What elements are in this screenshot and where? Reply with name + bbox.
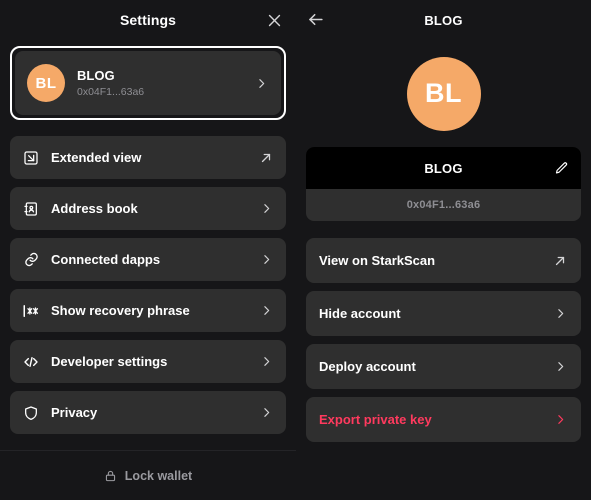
account-name: BLOG [424, 160, 463, 176]
account-card[interactable]: BL BLOG 0x04F1...63a6 [15, 51, 281, 115]
account-address-row[interactable]: 0x04F1...63a6 [306, 189, 581, 221]
chevron-right-icon [258, 303, 274, 319]
sidebar-item-label: Address book [51, 201, 138, 216]
arrow-left-icon[interactable] [302, 6, 328, 32]
wallet-settings-screen: Settings BL BLOG 0x04F1...63a6 Extended … [0, 0, 591, 500]
account-header: BLOG [296, 0, 591, 40]
sidebar-item-label: Extended view [51, 150, 142, 165]
account-body: BLOG 0x04F1...63a6 View on StarkScan Hid… [296, 147, 591, 500]
pencil-icon[interactable] [552, 159, 570, 177]
chevron-right-icon [258, 354, 274, 370]
password-icon [22, 302, 40, 320]
close-icon[interactable] [262, 8, 286, 32]
link-icon [22, 251, 40, 269]
external-link-icon [258, 150, 274, 166]
shield-icon [22, 404, 40, 422]
account-avatar-wrap: BL [296, 40, 591, 147]
sidebar-item-developer-settings[interactable]: Developer settings [10, 340, 286, 383]
settings-body: BL BLOG 0x04F1...63a6 Extended view Addr… [0, 40, 296, 450]
account-panel: BLOG BL BLOG 0x04F1...63a6 View on Stark… [296, 0, 591, 500]
sidebar-item-address-book[interactable]: Address book [10, 187, 286, 230]
chevron-right-icon [258, 252, 274, 268]
code-icon [22, 353, 40, 371]
account-address: 0x04F1...63a6 [77, 85, 145, 98]
view-on-starkscan-button[interactable]: View on StarkScan [306, 238, 581, 283]
chevron-right-icon [258, 201, 274, 217]
sidebar-item-connected-dapps[interactable]: Connected dapps [10, 238, 286, 281]
lock-icon [104, 469, 117, 483]
chevron-right-icon [552, 412, 568, 428]
sidebar-item-label: Show recovery phrase [51, 303, 190, 318]
sidebar-item-privacy[interactable]: Privacy [10, 391, 286, 434]
account-actions: View on StarkScan Hide account Deploy ac… [306, 238, 581, 442]
address-book-icon [22, 200, 40, 218]
lock-wallet-button[interactable]: Lock wallet [0, 450, 296, 500]
page-title: Settings [119, 12, 177, 28]
action-label: Export private key [319, 412, 432, 427]
selected-account-focus-ring: BL BLOG 0x04F1...63a6 [10, 46, 286, 120]
action-label: Hide account [319, 306, 401, 321]
chevron-right-icon [253, 75, 269, 91]
sidebar-item-extended-view[interactable]: Extended view [10, 136, 286, 179]
export-private-key-button[interactable]: Export private key [306, 397, 581, 442]
action-label: Deploy account [319, 359, 416, 374]
settings-menu: Extended view Address book Connected dap… [10, 136, 286, 434]
sidebar-item-label: Privacy [51, 405, 98, 420]
account-address: 0x04F1...63a6 [406, 199, 481, 211]
settings-panel: Settings BL BLOG 0x04F1...63a6 Extended … [0, 0, 296, 500]
sidebar-item-label: Developer settings [51, 354, 168, 369]
lock-wallet-label: Lock wallet [124, 468, 193, 483]
sidebar-item-label: Connected dapps [51, 252, 161, 267]
action-label: View on StarkScan [319, 253, 436, 268]
hide-account-button[interactable]: Hide account [306, 291, 581, 336]
chevron-right-icon [552, 306, 568, 322]
extended-view-icon [22, 149, 40, 167]
avatar: BL [27, 64, 65, 102]
settings-header: Settings [0, 0, 296, 40]
account-panel-title: BLOG [424, 12, 463, 28]
avatar: BL [406, 56, 481, 131]
account-name: BLOG [77, 67, 115, 83]
account-info-card: BLOG 0x04F1...63a6 [306, 147, 581, 221]
account-name-row[interactable]: BLOG [306, 147, 581, 189]
external-link-icon [552, 253, 568, 269]
deploy-account-button[interactable]: Deploy account [306, 344, 581, 389]
account-meta: BLOG 0x04F1...63a6 [77, 68, 253, 99]
sidebar-item-show-recovery-phrase[interactable]: Show recovery phrase [10, 289, 286, 332]
chevron-right-icon [552, 359, 568, 375]
chevron-right-icon [258, 405, 274, 421]
